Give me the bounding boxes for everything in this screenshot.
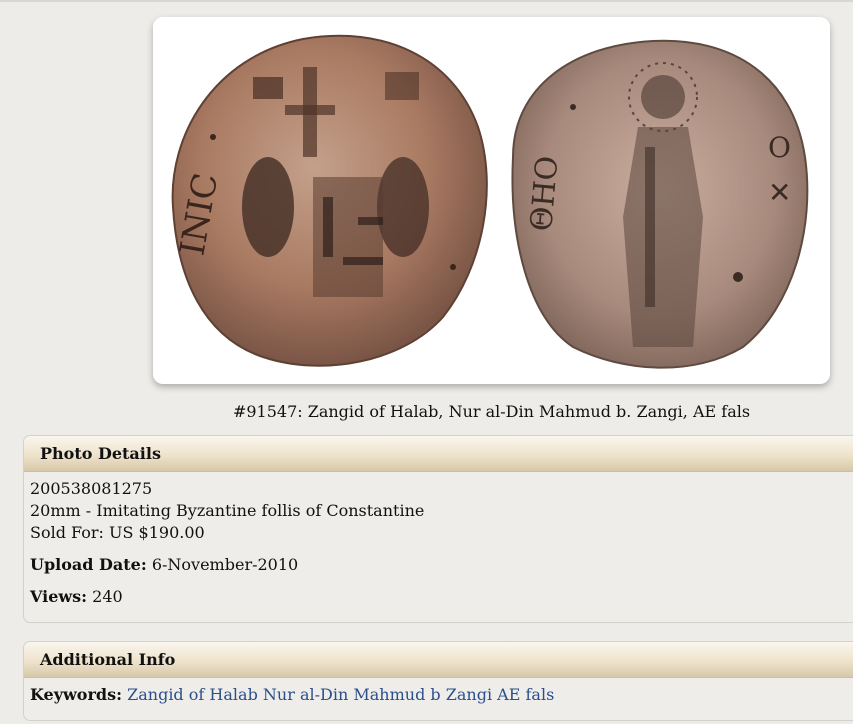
keyword-link[interactable]: AE [497,685,520,704]
keywords-row: Keywords: Zangid of Halab Nur al-Din Mah… [30,684,853,706]
coin-description: 20mm - Imitating Byzantine follis of Con… [30,500,853,522]
additional-info-body: Keywords: Zangid of Halab Nur al-Din Mah… [24,678,853,712]
keyword-link[interactable]: Nur [263,685,295,704]
svg-text:✕: ✕ [768,176,791,209]
views-label: Views: [30,587,88,606]
upload-date: Upload Date: 6-November-2010 [30,554,853,576]
coin-obverse: INIC [171,34,488,367]
photo-details-body: 200538081275 20mm - Imitating Byzantine … [24,472,853,614]
keyword-link[interactable]: Zangid [127,685,184,704]
photo-details-panel: Photo Details 200538081275 20mm - Imitat… [23,435,853,623]
upload-date-value: 6-November-2010 [151,555,299,574]
additional-info-header: Additional Info [24,642,853,678]
photo-details-header: Photo Details [24,436,853,472]
additional-info-panel: Additional Info Keywords: Zangid of Hala… [23,641,853,721]
views-value: 240 [92,587,123,606]
views: Views: 240 [30,586,853,608]
desc-separator: - [80,501,97,520]
keywords-label: Keywords: [30,685,123,704]
catalog-number: 200538081275 [30,479,153,498]
page: INIC ΘΗΟ O ✕ #91547: Zangid of Halab, Nu… [0,0,853,724]
coin-photo[interactable]: INIC ΘΗΟ O ✕ [153,17,830,384]
keyword-link[interactable]: b [430,685,440,704]
top-divider [0,0,853,2]
keyword-link[interactable]: al-Din [300,685,348,704]
coin-image: INIC ΘΗΟ O ✕ [171,34,809,369]
keyword-link[interactable]: Halab [209,685,257,704]
svg-text:O: O [768,131,791,164]
coin-reverse: ΘΗΟ O ✕ [511,39,809,369]
sold-price: Sold For: US $190.00 [30,523,205,542]
keyword-link[interactable]: Mahmud [353,685,425,704]
keyword-link[interactable]: Zangi [446,685,492,704]
coin-type: Imitating Byzantine follis of Constantin… [96,501,425,520]
coin-size: 20mm [30,501,81,520]
photo-caption: #91547: Zangid of Halab, Nur al-Din Mahm… [232,402,751,421]
svg-text:ΘΗΟ: ΘΗΟ [524,155,565,233]
keyword-link[interactable]: fals [526,685,555,704]
upload-date-label: Upload Date: [30,555,147,574]
keyword-link[interactable]: of [189,685,205,704]
keywords-list: Zangid of Halab Nur al-Din Mahmud b Zang… [127,685,554,704]
